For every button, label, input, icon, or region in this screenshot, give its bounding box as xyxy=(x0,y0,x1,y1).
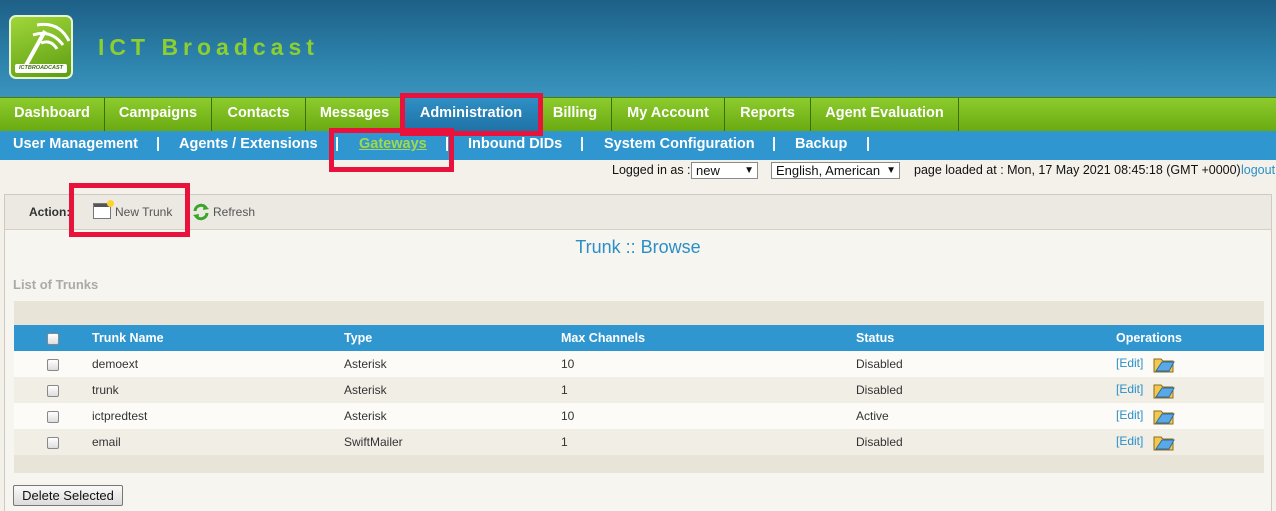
row-checkbox-cell xyxy=(14,429,92,455)
select-all-checkbox[interactable] xyxy=(47,332,59,345)
trunk-name-cell: demoext xyxy=(92,351,344,377)
nav-administration[interactable]: Administration xyxy=(404,98,539,131)
operations-cell: [Edit] xyxy=(1116,377,1264,403)
column-header-max-channels[interactable]: Max Channels xyxy=(561,325,856,351)
new-trunk-label: New Trunk xyxy=(115,205,173,219)
subnav-separator: | xyxy=(772,136,777,152)
column-header-trunk-name[interactable]: Trunk Name xyxy=(92,325,344,351)
app-logo[interactable]: ICTBROADCAST xyxy=(9,15,73,79)
folder-edit-icon[interactable] xyxy=(1153,381,1175,399)
nav-reports[interactable]: Reports xyxy=(725,98,811,131)
logged-in-label: Logged in as : xyxy=(612,163,691,177)
edit-link[interactable]: [Edit] xyxy=(1116,408,1143,422)
trunks-table: Trunk Name Type Max Channels Status Oper… xyxy=(14,325,1264,455)
folder-edit-icon[interactable] xyxy=(1153,433,1175,451)
table-header-row: Trunk Name Type Max Channels Status Oper… xyxy=(14,325,1264,351)
edit-link[interactable]: [Edit] xyxy=(1116,356,1143,370)
nav-my-account[interactable]: My Account xyxy=(612,98,725,131)
new-document-icon xyxy=(93,200,114,219)
delete-selected-button[interactable]: Delete Selected xyxy=(13,485,123,506)
subnav-separator: | xyxy=(335,136,340,152)
subnav-system-configuration[interactable]: System Configuration xyxy=(604,131,755,160)
max-channels-cell: 1 xyxy=(561,429,856,455)
subnav-separator: | xyxy=(156,136,161,152)
sub-nav: User Management | Agents / Extensions | … xyxy=(0,131,1276,160)
trunks-table-container: Trunk Name Type Max Channels Status Oper… xyxy=(14,301,1264,473)
subnav-agents-extensions[interactable]: Agents / Extensions xyxy=(179,131,318,160)
page-loaded-text: page loaded at : Mon, 17 May 2021 08:45:… xyxy=(914,163,1241,177)
logo-text: ICTBROADCAST xyxy=(15,64,67,73)
row-checkbox[interactable] xyxy=(47,436,59,449)
status-cell: Disabled xyxy=(856,429,1116,455)
max-channels-cell: 10 xyxy=(561,403,856,429)
column-header-operations: Operations xyxy=(1116,325,1264,351)
row-checkbox[interactable] xyxy=(47,410,59,423)
brand-title: ICT Broadcast xyxy=(98,34,319,60)
subnav-separator: | xyxy=(445,136,450,152)
nav-billing[interactable]: Billing xyxy=(539,98,612,131)
status-cell: Disabled xyxy=(856,351,1116,377)
column-header-status[interactable]: Status xyxy=(856,325,1116,351)
session-info-bar: Logged in as : new ▼ English, American ▼… xyxy=(0,160,1276,182)
dropdown-arrow-icon: ▼ xyxy=(744,165,754,176)
subnav-inbound-dids[interactable]: Inbound DIDs xyxy=(468,131,562,160)
row-checkbox[interactable] xyxy=(47,384,59,397)
type-cell: Asterisk xyxy=(344,377,561,403)
nav-messages[interactable]: Messages xyxy=(306,98,404,131)
table-row: ictpredtest Asterisk 10 Active [Edit] xyxy=(14,403,1264,429)
subnav-separator: | xyxy=(866,136,871,152)
type-cell: Asterisk xyxy=(344,351,561,377)
refresh-icon xyxy=(193,203,209,221)
edit-link[interactable]: [Edit] xyxy=(1116,382,1143,396)
nav-contacts[interactable]: Contacts xyxy=(212,98,306,131)
app-header: ICTBROADCAST ICT Broadcast xyxy=(0,0,1276,97)
max-channels-cell: 1 xyxy=(561,377,856,403)
user-select[interactable]: new ▼ xyxy=(691,162,758,179)
content-panel: Action: New Trunk Refresh Trunk :: Brows… xyxy=(4,194,1272,511)
dropdown-arrow-icon: ▼ xyxy=(886,165,896,176)
new-trunk-button[interactable]: New Trunk xyxy=(87,200,173,223)
subnav-separator: | xyxy=(580,136,585,152)
operations-cell: [Edit] xyxy=(1116,429,1264,455)
action-label: Action: xyxy=(29,205,71,219)
user-select-value: new xyxy=(696,163,720,178)
language-select-value: English, American xyxy=(776,163,881,178)
row-checkbox-cell xyxy=(14,351,92,377)
nav-agent-evaluation[interactable]: Agent Evaluation xyxy=(811,98,959,131)
trunk-name-cell: trunk xyxy=(92,377,344,403)
edit-link[interactable]: [Edit] xyxy=(1116,434,1143,448)
list-title: List of Trunks xyxy=(13,277,99,292)
table-row: email SwiftMailer 1 Disabled [Edit] xyxy=(14,429,1264,455)
refresh-button[interactable]: Refresh xyxy=(191,201,255,223)
page-title: Trunk :: Browse xyxy=(575,237,701,257)
language-select[interactable]: English, American ▼ xyxy=(771,162,900,179)
column-header-type[interactable]: Type xyxy=(344,325,561,351)
folder-edit-icon[interactable] xyxy=(1153,407,1175,425)
logout-link[interactable]: logout xyxy=(1241,163,1275,177)
max-channels-cell: 10 xyxy=(561,351,856,377)
operations-cell: [Edit] xyxy=(1116,351,1264,377)
trunk-name-cell: ictpredtest xyxy=(92,403,344,429)
subnav-user-management[interactable]: User Management xyxy=(13,131,138,160)
type-cell: Asterisk xyxy=(344,403,561,429)
status-cell: Active xyxy=(856,403,1116,429)
action-bar: Action: New Trunk Refresh xyxy=(5,195,1271,230)
main-nav: Dashboard Campaigns Contacts Messages Ad… xyxy=(0,97,1276,131)
folder-edit-icon[interactable] xyxy=(1153,355,1175,373)
row-checkbox-cell xyxy=(14,377,92,403)
table-row: trunk Asterisk 1 Disabled [Edit] xyxy=(14,377,1264,403)
operations-cell: [Edit] xyxy=(1116,403,1264,429)
trunk-name-cell: email xyxy=(92,429,344,455)
select-all-cell xyxy=(14,325,92,351)
type-cell: SwiftMailer xyxy=(344,429,561,455)
subnav-gateways[interactable]: Gateways xyxy=(359,131,427,160)
row-checkbox-cell xyxy=(14,403,92,429)
subnav-backup[interactable]: Backup xyxy=(795,131,847,160)
row-checkbox[interactable] xyxy=(47,358,59,371)
nav-campaigns[interactable]: Campaigns xyxy=(105,98,212,131)
table-row: demoext Asterisk 10 Disabled [Edit] xyxy=(14,351,1264,377)
refresh-label: Refresh xyxy=(213,205,256,219)
status-cell: Disabled xyxy=(856,377,1116,403)
nav-dashboard[interactable]: Dashboard xyxy=(0,98,105,131)
